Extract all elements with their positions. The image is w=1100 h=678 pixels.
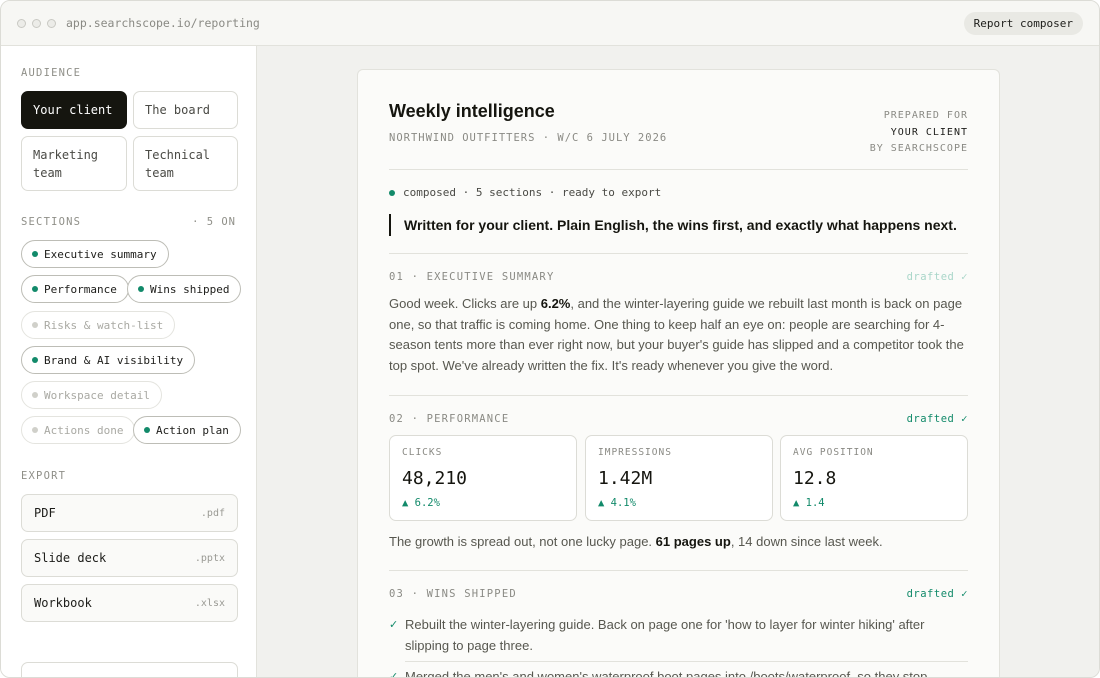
divider <box>389 570 968 571</box>
export-ext: .pptx <box>194 552 225 564</box>
app-window: app.searchscope.io/reporting Report comp… <box>0 0 1100 678</box>
section-toggle-label: Brand & AI visibility <box>44 353 184 367</box>
section-toggle-action-plan[interactable]: Action plan <box>133 416 241 444</box>
section-toggle-performance[interactable]: Performance <box>21 275 129 303</box>
section-off-dot <box>32 427 38 433</box>
win-item: ✓ Rebuilt the winter-layering guide. Bac… <box>389 615 969 656</box>
section-toggle-label: Actions done <box>44 423 124 437</box>
prepared-client: YOUR CLIENT <box>890 126 968 138</box>
divider <box>405 661 968 662</box>
win-text: Rebuilt the winter-layering guide. Back … <box>405 617 925 653</box>
audience-technical-button[interactable]: Technical team <box>133 136 238 191</box>
title-bar: app.searchscope.io/reporting Report comp… <box>1 1 1099 46</box>
sidebar: AUDIENCE Your client The board Marketing… <box>1 46 257 677</box>
export-name: Workbook <box>34 596 92 610</box>
divider <box>389 253 968 254</box>
section-off-dot <box>32 392 38 398</box>
performance-highlight: 61 pages up <box>655 534 731 549</box>
window-close-dot[interactable] <box>17 18 26 28</box>
stat-label: CLICKS <box>402 447 443 458</box>
stat-label: IMPRESSIONS <box>598 447 672 458</box>
window-minimize-dot[interactable] <box>32 18 41 28</box>
section-toggle-label: Wins shipped <box>150 282 230 296</box>
section-off-dot <box>32 322 38 328</box>
status-dot <box>389 189 395 196</box>
summary-text-part: Good week. Clicks are up <box>389 296 541 311</box>
section-on-dot <box>32 251 38 257</box>
stat-value: 12.8 <box>793 468 837 489</box>
report-document: Weekly intelligence NORTHWIND OUTFITTERS… <box>357 69 1000 678</box>
section-heading-performance: 02 · PERFORMANCE <box>389 413 510 425</box>
export-name: Slide deck <box>34 551 107 565</box>
stat-delta: ▲ 6.2% <box>402 497 440 509</box>
sections-count: · 5 ON <box>192 216 236 228</box>
audience-your-client-button[interactable]: Your client <box>21 91 127 129</box>
audience-label: AUDIENCE <box>21 67 82 79</box>
section-on-dot <box>138 286 144 292</box>
export-pdf-button[interactable]: PDF .pdf <box>21 494 238 532</box>
stat-card-avg-position: AVG POSITION 12.8 ▲ 1.4 <box>780 435 968 521</box>
section-heading-executive-summary: 01 · EXECUTIVE SUMMARY <box>389 271 555 283</box>
divider <box>389 169 968 170</box>
check-icon: ✓ <box>389 671 399 678</box>
section-toggle-label: Executive summary <box>44 247 157 261</box>
section-toggle-actions-done[interactable]: Actions done <box>21 416 136 444</box>
section-toggle-brand-ai[interactable]: Brand & AI visibility <box>21 346 196 374</box>
compose-status: composed · 5 sections · ready to export <box>389 186 661 199</box>
audience-marketing-button[interactable]: Marketing team <box>21 136 127 191</box>
section-toggle-risks[interactable]: Risks & watch-list <box>21 311 176 339</box>
section-toggle-label: Action plan <box>156 423 229 437</box>
section-status-badge: drafted ✓ <box>906 271 968 283</box>
prepared-for-block: PREPARED FOR YOUR CLIENT BY SEARCHSCOPE <box>870 108 968 158</box>
performance-text: The growth is spread out, not one lucky … <box>389 532 969 553</box>
summary-highlight: 6.2% <box>540 296 571 311</box>
export-action-button[interactable] <box>21 662 238 677</box>
audience-board-button[interactable]: The board <box>133 91 238 129</box>
performance-text-part: , 14 down since last week. <box>730 534 883 549</box>
export-label: EXPORT <box>21 470 67 482</box>
status-text: composed · 5 sections · ready to export <box>403 186 662 199</box>
performance-text-part: The growth is spread out, not one lucky … <box>389 534 656 549</box>
stat-delta: ▲ 4.1% <box>598 497 636 509</box>
section-toggle-label: Workspace detail <box>44 388 150 402</box>
divider <box>389 395 968 396</box>
window-controls <box>17 18 56 28</box>
section-heading-wins-shipped: 03 · WINS SHIPPED <box>389 588 517 600</box>
section-on-dot <box>144 427 150 433</box>
export-name: PDF <box>34 506 56 520</box>
export-ext: .pdf <box>200 507 225 519</box>
report-composer-badge: Report composer <box>963 12 1083 35</box>
stat-card-clicks: CLICKS 48,210 ▲ 6.2% <box>389 435 577 521</box>
stat-value: 1.42M <box>598 468 653 489</box>
check-icon: ✓ <box>389 619 399 631</box>
export-slide-deck-button[interactable]: Slide deck .pptx <box>21 539 238 577</box>
section-toggle-executive-summary[interactable]: Executive summary <box>21 240 169 268</box>
report-title: Weekly intelligence <box>389 101 555 121</box>
prepared-for-label: PREPARED FOR <box>883 110 968 121</box>
window-zoom-dot[interactable] <box>47 18 56 28</box>
prepared-by: BY SEARCHSCOPE <box>869 143 968 154</box>
stat-delta: ▲ 1.4 <box>793 497 825 509</box>
stat-value: 48,210 <box>402 468 468 489</box>
report-preview-area: Weekly intelligence NORTHWIND OUTFITTERS… <box>258 46 1099 678</box>
sections-label: SECTIONS <box>21 216 82 228</box>
report-lede: Written for your client. Plain English, … <box>389 214 957 236</box>
win-item: ✓ Merged the men's and women's waterproo… <box>389 667 969 678</box>
section-toggle-workspace-detail[interactable]: Workspace detail <box>21 381 162 409</box>
section-toggle-label: Risks & watch-list <box>44 318 164 332</box>
section-on-dot <box>32 357 38 363</box>
export-ext: .xlsx <box>194 597 225 609</box>
section-on-dot <box>32 286 38 292</box>
stat-label: AVG POSITION <box>793 447 874 458</box>
section-toggle-wins-shipped[interactable]: Wins shipped <box>127 275 242 303</box>
export-workbook-button[interactable]: Workbook .xlsx <box>21 584 238 622</box>
section-status-badge: drafted ✓ <box>906 588 968 600</box>
section-toggle-label: Performance <box>44 282 117 296</box>
url-text: app.searchscope.io/reporting <box>66 16 260 30</box>
section-status-badge: drafted ✓ <box>906 413 968 425</box>
win-text: Merged the men's and women's waterproof … <box>405 669 928 678</box>
executive-summary-text: Good week. Clicks are up 6.2%, and the w… <box>389 294 969 377</box>
report-subtitle: NORTHWIND OUTFITTERS · W/C 6 JULY 2026 <box>389 132 668 144</box>
stat-card-impressions: IMPRESSIONS 1.42M ▲ 4.1% <box>585 435 773 521</box>
